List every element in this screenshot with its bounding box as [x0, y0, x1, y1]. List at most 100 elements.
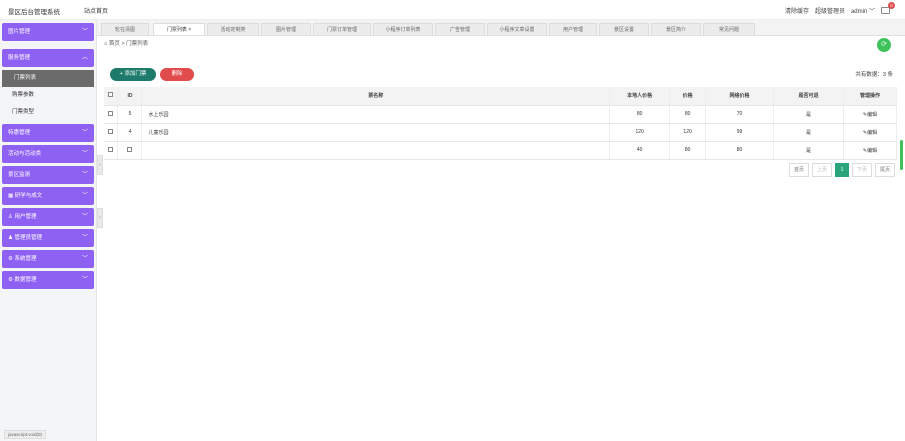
tab-ads[interactable]: 广告管理 — [435, 23, 485, 35]
tab-miniapp-articles[interactable]: 小程序文章设置 — [487, 23, 547, 35]
tab-label: 小程序订单列表 — [385, 27, 421, 33]
row-checkbox[interactable] — [127, 146, 133, 152]
col-id[interactable]: ID — [117, 87, 143, 106]
next-page-button[interactable]: 下页 — [851, 163, 872, 177]
sidebar-item-specials[interactable]: 特惠管理 ﹀ — [2, 124, 94, 142]
row-checkbox[interactable] — [108, 128, 114, 134]
cell-refundable: 是 — [773, 105, 844, 124]
sidebar-item-label: 系统管理 — [14, 256, 37, 262]
site-home-link[interactable]: 站点首页 — [84, 6, 108, 15]
chevron-down-icon: ﹀ — [81, 193, 88, 199]
tab-scenic-intro[interactable]: 景区简介 — [651, 23, 701, 35]
table-row: 5 水上乐园 80 80 70 是 ✎编辑 — [104, 105, 898, 124]
edit-link[interactable]: ✎编辑 — [843, 141, 898, 160]
refresh-button[interactable]: ⟳ — [877, 38, 891, 52]
chevron-down-icon: ﹀ — [81, 235, 88, 241]
cell-id: 5 — [117, 105, 143, 124]
tab-label: 门票订单管理 — [326, 27, 357, 33]
last-page-button[interactable]: 尾页 — [874, 163, 895, 177]
sidebar-subitem-ticket-types[interactable]: 门票类型 — [0, 104, 96, 121]
tab-ticket-orders[interactable]: 门票订单管理 — [313, 23, 371, 35]
cell-online-price: 99 — [705, 123, 775, 142]
tab-faq[interactable]: 常见问题 — [703, 23, 755, 35]
edit-link[interactable]: ✎编辑 — [843, 123, 898, 142]
close-icon[interactable]: × — [188, 27, 191, 33]
first-page-button[interactable]: 首页 — [788, 163, 809, 177]
current-page[interactable]: 1 — [834, 163, 849, 177]
sidebar-item-system[interactable]: ⚙ 系统管理 ﹀ — [2, 250, 94, 268]
tab-label: 活动定制类 — [220, 27, 246, 33]
collapse-left-handle[interactable]: ‹ — [97, 155, 103, 175]
cell-local-price: 80 — [609, 105, 671, 124]
edit-label: 编辑 — [867, 111, 878, 118]
cell-name: 水上乐园 — [141, 105, 611, 124]
breadcrumb-current: 门票列表 — [126, 41, 149, 47]
edit-link[interactable]: ✎编辑 — [843, 105, 898, 124]
chevron-down-icon: ﹀ — [81, 130, 88, 136]
edit-label: 编辑 — [867, 147, 878, 154]
sidebar-item-service[interactable]: 服务管理 ︿ — [2, 49, 94, 67]
sidebar-item-study[interactable]: ▦ 研学与成文 ﹀ — [2, 187, 94, 205]
chevron-left-icon: ‹ — [99, 162, 101, 168]
total-count: 共有数据：3 条 — [855, 72, 893, 78]
col-actions: 管理操作 — [843, 87, 898, 106]
collapse-left-handle-2[interactable]: ‹ — [97, 208, 103, 228]
tab-label: 门票列表 — [166, 27, 187, 33]
sidebar-item-users[interactable]: ♙ 用户管理 ﹀ — [2, 208, 94, 226]
sidebar-item-images[interactable]: 图片管理 ﹀ — [2, 23, 94, 41]
scrollbar[interactable] — [900, 140, 903, 170]
chevron-down-icon: ﹀ — [81, 256, 88, 262]
sidebar-subitem-ticket-params[interactable]: 购票参数 — [0, 87, 96, 104]
tab-activities[interactable]: 活动定制类 — [207, 23, 259, 35]
row-select[interactable] — [104, 105, 119, 124]
cell-price: 120 — [669, 123, 707, 142]
row-checkbox[interactable] — [108, 146, 114, 152]
cell-id: 4 — [117, 123, 143, 142]
select-all-cell[interactable] — [104, 87, 119, 106]
user-menu[interactable]: admin ﹀ — [851, 6, 875, 15]
pagination: 首页 上页 1 下页 尾页 — [788, 163, 895, 177]
tab-miniapp-orders[interactable]: 小程序订单列表 — [373, 23, 433, 35]
tab-label: 轮在清图 — [114, 27, 135, 33]
sidebar-item-label: 数据管理 — [14, 277, 37, 283]
tab-ticket-list[interactable]: 门票列表 × — [153, 23, 205, 35]
sidebar-item-data[interactable]: ⚙ 数据管理 ﹀ — [2, 271, 94, 289]
tab-images[interactable]: 图片管理 — [261, 23, 311, 35]
tab-scenic-settings[interactable]: 景区设置 — [599, 23, 649, 35]
add-ticket-button[interactable]: + 添加门票 — [110, 68, 156, 81]
row-select-2[interactable] — [117, 141, 143, 160]
cell-local-price: 40 — [609, 141, 671, 160]
tab-label: 图片管理 — [275, 27, 296, 33]
page-tabs: 轮在清图 门票列表 × 活动定制类 图片管理 门票订单管理 小程序订单列表 广告… — [97, 20, 905, 36]
sidebar-item-label: 活动与活动类 — [8, 151, 42, 157]
delete-button[interactable]: 删除 — [160, 68, 194, 81]
user-area: 清除缓存 超级管理员 admin ﹀ 0 — [785, 2, 895, 15]
message-icon[interactable]: 0 — [881, 2, 895, 15]
cell-refundable: 是 — [773, 123, 844, 142]
row-select[interactable] — [104, 123, 119, 142]
refresh-icon: ⟳ — [881, 41, 887, 48]
clear-cache-link[interactable]: 清除缓存 — [785, 6, 809, 15]
ticket-table: ID 票名称 本地人价格 价格 网络价格 是否可退 管理操作 5 水上乐园 80… — [104, 87, 898, 160]
chevron-down-icon: ﹀ — [81, 151, 88, 157]
tab-home[interactable]: 轮在清图 — [101, 23, 149, 35]
tab-users[interactable]: 用户管理 — [549, 23, 597, 35]
tab-label: 小程序文章设置 — [499, 27, 535, 33]
row-checkbox[interactable] — [108, 110, 114, 116]
tab-label: 广告管理 — [449, 27, 470, 33]
user-title: 超级管理员 — [814, 9, 845, 15]
message-badge: 0 — [888, 2, 895, 9]
row-select[interactable] — [104, 141, 119, 160]
sidebar-item-admins[interactable]: ♟ 管理员管理 ﹀ — [2, 229, 94, 247]
breadcrumb-home[interactable]: 首页 — [109, 41, 120, 47]
cell-price: 80 — [669, 141, 707, 160]
top-header: 景区后台管理系统 站点首页 清除缓存 超级管理员 admin ﹀ 0 — [0, 0, 905, 20]
sidebar-item-activities[interactable]: 活动与活动类 ﹀ — [2, 145, 94, 163]
sidebar: 图片管理 ﹀ 服务管理 ︿ 门票列表 购票参数 门票类型 特惠管理 ﹀ 活动与活动类 ﹀… — [0, 20, 97, 441]
sidebar-subitem-ticket-list[interactable]: 门票列表 — [2, 70, 94, 87]
col-refundable: 是否可退 — [773, 87, 844, 106]
prev-page-button[interactable]: 上页 — [811, 163, 832, 177]
cell-price: 80 — [669, 105, 707, 124]
sidebar-item-monitoring[interactable]: 景区监测 ﹀ — [2, 166, 94, 184]
select-all-checkbox[interactable] — [108, 92, 114, 98]
